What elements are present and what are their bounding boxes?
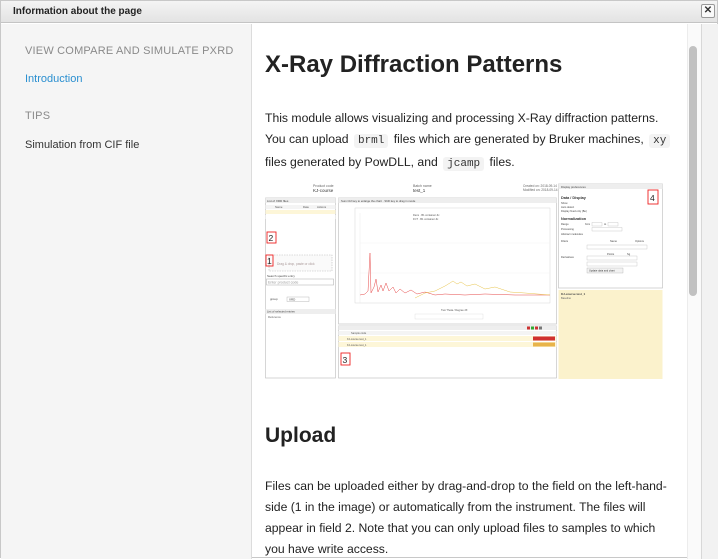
window-edge <box>701 24 718 559</box>
fig-data-display: Data / Display <box>561 196 587 200</box>
fig-filters: Filters <box>561 239 569 243</box>
sidebar: VIEW COMPARE AND SIMULATE PXRD Introduct… <box>1 24 252 559</box>
fig-marker-1: 1 <box>267 256 272 266</box>
fig-opt-2: Auto detect <box>561 205 574 209</box>
sidebar-heading-pxrd: VIEW COMPARE AND SIMULATE PXRD <box>25 45 234 57</box>
fig-settings-title: Display preferences <box>561 185 586 189</box>
fig-range: Range <box>561 222 569 226</box>
upload-heading: Upload <box>265 424 337 447</box>
fig-list-title: List of XRD files <box>267 199 289 203</box>
fig-group-value: XRD <box>289 298 296 302</box>
fig-processing: Processing <box>561 227 574 231</box>
dialog-title: Information about the page <box>13 6 142 17</box>
fig-group-label: group <box>270 297 278 301</box>
page-title: X-Ray Diffraction Patterns <box>265 51 563 78</box>
intro-text-2: files which are generated by Bruker mach… <box>390 132 648 146</box>
fig-sg-label: Sg <box>627 252 631 256</box>
fig-list-col-actions: Actions <box>317 205 327 209</box>
fig-list-col-name: Name <box>275 205 283 209</box>
scrollbar-thumb[interactable] <box>689 46 697 296</box>
fig-info-sub: Baseline <box>561 296 572 300</box>
fig-chart-xlabel: Two Theta / Degree 2θ <box>441 308 468 312</box>
fig-points-label: Points <box>607 252 615 256</box>
close-icon[interactable]: ✕ <box>701 4 715 18</box>
fig-table-col-name: Sample code <box>351 331 367 335</box>
fig-from-label: from <box>585 222 590 226</box>
xrd-figure-svg: Product code KJ-course Batch name test_1… <box>265 183 665 379</box>
sidebar-heading-tips: TIPS <box>25 110 51 122</box>
fig-chart-title: Sum Ctrl key to enlarge the chart · Shif… <box>341 199 416 203</box>
fig-drop-hint: Drag & drop, paste or click <box>277 262 315 266</box>
dialog-titlebar: Information about the page ✕ <box>1 1 717 23</box>
fig-options-label: Options <box>635 239 645 243</box>
fig-chart-legend-1: Dens · B1 container-fix <box>413 213 440 217</box>
fig-name-label: Name <box>610 239 617 243</box>
fig-opt-3: Display fixed only (Be) <box>561 209 587 213</box>
fig-table-row-1: KJ-course test_1 <box>347 337 367 341</box>
fig-chart-legend-2: FCT · B1 container-fix <box>413 217 439 221</box>
fig-marker-2: 2 <box>269 233 274 243</box>
fig-list-col-date: Date <box>303 205 309 209</box>
fig-selected-col: Reference <box>268 315 281 319</box>
fig-update-btn: Update data and chart <box>589 269 615 273</box>
code-brml: brml <box>353 134 389 148</box>
fig-abstract: Abstract molecules <box>561 232 584 236</box>
upload-paragraph: Files can be uploaded either by drag-and… <box>265 479 667 556</box>
intro-paragraph: This module allows visualizing and proce… <box>265 108 675 175</box>
fig-header-left-value: KJ-course <box>313 188 334 193</box>
fig-opt-1: Show <box>561 201 568 205</box>
sidebar-item-simulation-cif[interactable]: Simulation from CIF file <box>25 139 139 151</box>
fig-normalization: Normalization <box>561 217 587 221</box>
fig-search-title: Search specific entry <box>267 274 295 278</box>
code-jcamp: jcamp <box>443 157 485 171</box>
main-content: X-Ray Diffraction Patterns This module a… <box>253 24 687 559</box>
fig-table-row-2: KJ-course test_1 <box>347 343 367 347</box>
xrd-screenshot-figure: Product code KJ-course Batch name test_1… <box>265 183 665 379</box>
intro-text-4: files. <box>486 155 515 169</box>
fig-deviation: Derivatives <box>561 255 575 259</box>
fig-header-mid-value: test_1 <box>413 188 426 193</box>
intro-text-3: files generated by PowDLL, and <box>265 155 442 169</box>
fig-search-placeholder: Enter product code <box>268 281 298 285</box>
fig-marker-3: 3 <box>343 355 348 365</box>
info-dialog: Information about the page ✕ VIEW COMPAR… <box>0 0 718 559</box>
code-xy: xy <box>649 134 671 148</box>
fig-selected-title: List of selected entries <box>267 310 295 314</box>
fig-info-title: KJ-course test_1 <box>561 292 586 296</box>
fig-marker-4: 4 <box>650 193 655 203</box>
sidebar-item-introduction[interactable]: Introduction <box>25 73 82 85</box>
fig-header-right-2: Modified on: 2018-09-14 <box>523 188 558 192</box>
